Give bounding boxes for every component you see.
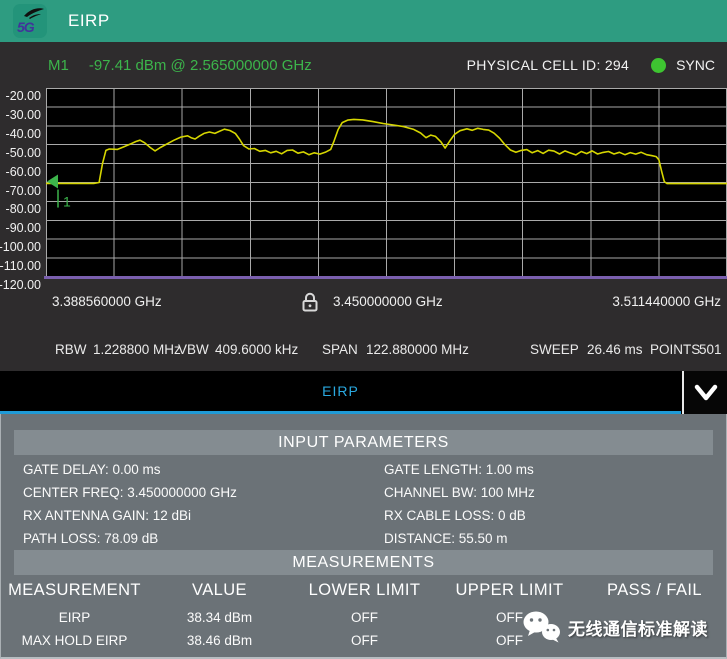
span-label: SPAN bbox=[322, 342, 358, 357]
sync-label: SYNC bbox=[676, 57, 715, 73]
sweep-value: 26.46 ms bbox=[587, 342, 643, 357]
app-screen: 5G EIRP M1 -97.41 dBm @ 2.565000000 GHz … bbox=[0, 0, 727, 659]
spectrum-plot[interactable]: 1 bbox=[46, 88, 727, 279]
cell-status-group: PHYSICAL CELL ID: 294 SYNC bbox=[467, 57, 715, 73]
y-tick-label: -80.00 bbox=[0, 200, 41, 219]
input-parameter-row: GATE DELAY: 0.00 ms GATE LENGTH: 1.00 ms bbox=[1, 458, 727, 481]
y-tick-label: -50.00 bbox=[0, 144, 41, 163]
parameter-text: CHANNEL BW: 100 MHz bbox=[384, 485, 535, 500]
y-tick-label: -40.00 bbox=[0, 125, 41, 144]
chevron-down-icon bbox=[691, 382, 721, 404]
col-pass-fail: PASS / FAIL bbox=[582, 581, 727, 600]
marker-1[interactable]: 1 bbox=[47, 175, 71, 210]
wing-swoosh-icon bbox=[23, 7, 45, 20]
input-parameter-row: CENTER FREQ: 3.450000000 GHz CHANNEL BW: … bbox=[1, 481, 727, 504]
points-label: POINTS bbox=[650, 342, 700, 357]
col-lower-limit: LOWER LIMIT bbox=[292, 581, 437, 600]
input-parameters-header: INPUT PARAMETERS bbox=[14, 430, 713, 455]
y-tick-label: -100.00 bbox=[0, 238, 41, 257]
expand-panel-button[interactable] bbox=[682, 371, 727, 414]
col-upper-limit: UPPER LIMIT bbox=[437, 581, 582, 600]
watermark: 无线通信标准解读 bbox=[522, 610, 708, 644]
watermark-text: 无线通信标准解读 bbox=[568, 615, 708, 640]
parameter-text: RX ANTENNA GAIN: 12 dBi bbox=[23, 508, 191, 523]
x-axis-labels: 3.388560000 GHz 3.450000000 GHz 3.511440… bbox=[0, 292, 727, 314]
tab-eirp[interactable]: EIRP bbox=[0, 371, 681, 414]
input-parameter-row: RX ANTENNA GAIN: 12 dBi RX CABLE LOSS: 0 … bbox=[1, 504, 727, 527]
y-tick-label: -60.00 bbox=[0, 163, 41, 182]
measurements-table-header: MEASUREMENT VALUE LOWER LIMIT UPPER LIMI… bbox=[2, 577, 727, 603]
parameter-text: GATE LENGTH: 1.00 ms bbox=[384, 462, 534, 477]
marker-m1-readout: -97.41 dBm @ 2.565000000 GHz bbox=[89, 57, 312, 74]
span-value: 122.880000 MHz bbox=[366, 342, 469, 357]
logo-5g-text: 5G bbox=[17, 19, 34, 35]
measurement-cell: MAX HOLD EIRP bbox=[2, 633, 147, 648]
status-bar: M1 -97.41 dBm @ 2.565000000 GHz PHYSICAL… bbox=[0, 42, 727, 88]
measurement-cell: OFF bbox=[292, 633, 437, 648]
plot-bottom-baseline bbox=[44, 276, 727, 279]
measurement-cell: EIRP bbox=[2, 610, 147, 625]
app-5g-logo-icon[interactable]: 5G bbox=[13, 4, 47, 38]
measurements-header: MEASUREMENTS bbox=[14, 550, 713, 575]
sweep-settings-bar: RBW 1.228800 MHz VBW 409.6000 kHz SPAN 1… bbox=[0, 342, 727, 362]
y-tick-label: -90.00 bbox=[0, 219, 41, 238]
vbw-label: VBW bbox=[178, 342, 209, 357]
col-measurement: MEASUREMENT bbox=[2, 581, 147, 600]
measurement-cell: 38.46 dBm bbox=[147, 633, 292, 648]
parameter-text: GATE DELAY: 0.00 ms bbox=[23, 462, 161, 477]
center-frequency-label[interactable]: 3.450000000 GHz bbox=[333, 294, 443, 309]
measurement-cell: 38.34 dBm bbox=[147, 610, 292, 625]
svg-text:1: 1 bbox=[63, 194, 71, 210]
parameter-text: PATH LOSS: 78.09 dB bbox=[23, 531, 158, 546]
parameter-text: DISTANCE: 55.50 m bbox=[384, 531, 508, 546]
sync-status-dot-icon bbox=[651, 58, 666, 73]
y-tick-label: -20.00 bbox=[0, 87, 41, 106]
y-tick-label: -30.00 bbox=[0, 106, 41, 125]
col-value: VALUE bbox=[147, 581, 292, 600]
marker-m1-label: M1 bbox=[48, 57, 69, 74]
y-tick-label: -110.00 bbox=[0, 257, 41, 276]
measurement-tab-bar: EIRP bbox=[0, 371, 727, 414]
input-parameter-row: PATH LOSS: 78.09 dB DISTANCE: 55.50 m bbox=[1, 527, 727, 550]
measurement-cell: OFF bbox=[292, 610, 437, 625]
physical-cell-id: PHYSICAL CELL ID: 294 bbox=[467, 57, 629, 73]
parameter-text: CENTER FREQ: 3.450000000 GHz bbox=[23, 485, 237, 500]
points-value: 501 bbox=[699, 342, 722, 357]
sweep-label: SWEEP bbox=[530, 342, 579, 357]
rbw-label: RBW bbox=[55, 342, 87, 357]
page-title: EIRP bbox=[68, 11, 110, 31]
frequency-lock-icon[interactable] bbox=[300, 290, 320, 314]
wechat-icon bbox=[522, 610, 562, 644]
y-tick-label: -70.00 bbox=[0, 182, 41, 201]
vbw-value: 409.6000 kHz bbox=[215, 342, 298, 357]
stop-frequency-label[interactable]: 3.511440000 GHz bbox=[612, 294, 721, 309]
title-bar: 5G EIRP bbox=[0, 0, 727, 42]
parameter-text: RX CABLE LOSS: 0 dB bbox=[384, 508, 526, 523]
start-frequency-label[interactable]: 3.388560000 GHz bbox=[52, 294, 162, 309]
rbw-value: 1.228800 MHz bbox=[93, 342, 181, 357]
